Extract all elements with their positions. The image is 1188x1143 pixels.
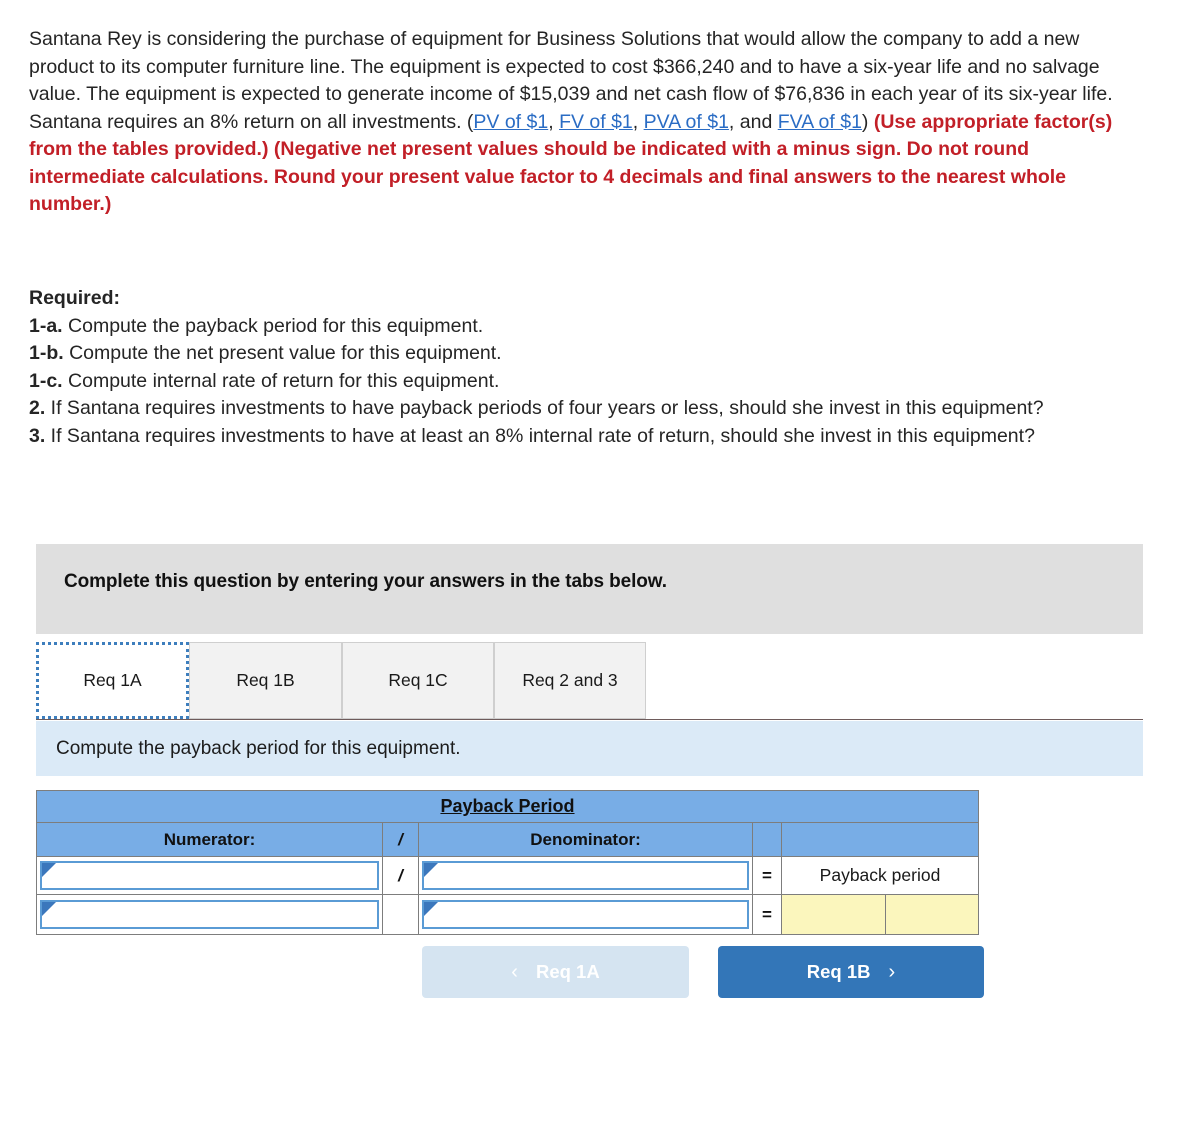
tab-req-2-and-3[interactable]: Req 2 and 3 (494, 642, 646, 719)
prev-requirement-button[interactable]: ‹ Req 1A (422, 946, 689, 998)
row-1-equals: = (752, 856, 782, 895)
payback-period-title: Payback Period (440, 796, 575, 816)
tab-req-1c[interactable]: Req 1C (342, 642, 494, 719)
row-2-equals: = (752, 894, 782, 935)
tab-req-1b-label: Req 1B (236, 670, 295, 690)
next-requirement-label: Req 1B (806, 961, 871, 982)
required-item-2-text: If Santana requires investments to have … (45, 397, 1044, 419)
table-row: / = Payback period (36, 856, 979, 895)
complete-question-banner-text: Complete this question by entering your … (64, 571, 667, 592)
denominator-input-1[interactable] (422, 861, 749, 890)
tab-instruction-text: Compute the payback period for this equi… (56, 737, 461, 759)
answer-cell-right[interactable] (885, 894, 979, 935)
link-separator-3: , and (728, 110, 778, 133)
link-separator-2: , (632, 110, 644, 133)
denominator-input-cell-1 (418, 856, 753, 895)
header-denominator: Denominator: (418, 822, 753, 857)
required-heading: Required: (29, 287, 121, 309)
numerator-input-cell-1 (36, 856, 383, 895)
required-item-1c-number: 1-c. (29, 369, 63, 392)
required-item-1c: 1-c. Compute internal rate of return for… (29, 368, 1141, 396)
numerator-input-2[interactable] (40, 900, 379, 929)
required-item-1b: 1-b. Compute the net present value for t… (29, 340, 1141, 368)
required-item-1a-text: Compute the payback period for this equi… (62, 314, 484, 337)
required-item-1b-number: 1-b. (29, 342, 64, 364)
row-1-slash: / (382, 856, 419, 895)
chevron-left-icon: ‹ (511, 960, 518, 983)
link-separator-1: , (548, 110, 560, 133)
prev-requirement-label: Req 1A (535, 961, 600, 982)
tab-req-1a-label: Req 1A (83, 670, 142, 690)
pva-of-1-link[interactable]: PVA of $1 (644, 111, 729, 133)
next-requirement-button[interactable]: Req 1B › (718, 946, 984, 998)
payback-period-title-cell: Payback Period (36, 790, 979, 823)
required-item-1c-text: Compute internal rate of return for this… (62, 369, 500, 392)
tab-req-1c-label: Req 1C (388, 670, 448, 690)
required-item-2: 2. If Santana requires investments to ha… (29, 395, 1141, 423)
fv-of-1-link[interactable]: FV of $1 (559, 111, 633, 133)
chevron-right-icon: › (888, 960, 896, 983)
required-item-3-text: If Santana requires investments to have … (45, 424, 1035, 447)
tab-req-2-and-3-label: Req 2 and 3 (522, 670, 618, 690)
complete-question-banner: Complete this question by entering your … (36, 544, 1143, 634)
denominator-input-2[interactable] (422, 900, 749, 929)
required-item-1b-text: Compute the net present value for this e… (63, 342, 502, 364)
required-item-2-number: 2. (29, 397, 46, 419)
required-item-3: 3. If Santana requires investments to ha… (29, 423, 1141, 451)
header-blank-1 (752, 822, 782, 857)
table-row: = (36, 894, 979, 935)
problem-statement: Santana Rey is considering the purchase … (29, 26, 1141, 219)
tab-req-1b[interactable]: Req 1B (189, 642, 342, 719)
required-item-1a: 1-a. Compute the payback period for this… (29, 313, 1141, 341)
header-blank-2 (781, 822, 979, 857)
row-2-slash (382, 894, 419, 935)
requirement-tabs: Req 1A Req 1B Req 1C Req 2 and 3 (36, 642, 1143, 720)
tab-instruction-bar: Compute the payback period for this equi… (36, 721, 1143, 776)
answer-cell-left[interactable] (781, 894, 886, 935)
header-slash: / (382, 822, 419, 857)
denominator-input-cell-2 (418, 894, 753, 935)
navigation-buttons: ‹ Req 1A Req 1B › (422, 946, 984, 998)
payback-period-result-label: Payback period (781, 856, 979, 895)
tab-req-1a[interactable]: Req 1A (36, 642, 189, 719)
required-item-1a-number: 1-a. (29, 314, 63, 337)
payback-period-table: Payback Period Numerator: / Denominator:… (36, 790, 979, 935)
required-section: Required: 1-a. Compute the payback perio… (29, 285, 1141, 450)
required-item-3-number: 3. (29, 424, 46, 447)
table-header-row: Numerator: / Denominator: (36, 822, 979, 857)
close-paren: ) (861, 110, 874, 133)
question-page: Santana Rey is considering the purchase … (0, 0, 1188, 1143)
header-numerator: Numerator: (36, 822, 383, 857)
numerator-input-1[interactable] (40, 861, 379, 890)
table-title-row: Payback Period (36, 790, 979, 823)
pv-of-1-link[interactable]: PV of $1 (473, 111, 548, 133)
numerator-input-cell-2 (36, 894, 383, 935)
fva-of-1-link[interactable]: FVA of $1 (778, 111, 862, 133)
